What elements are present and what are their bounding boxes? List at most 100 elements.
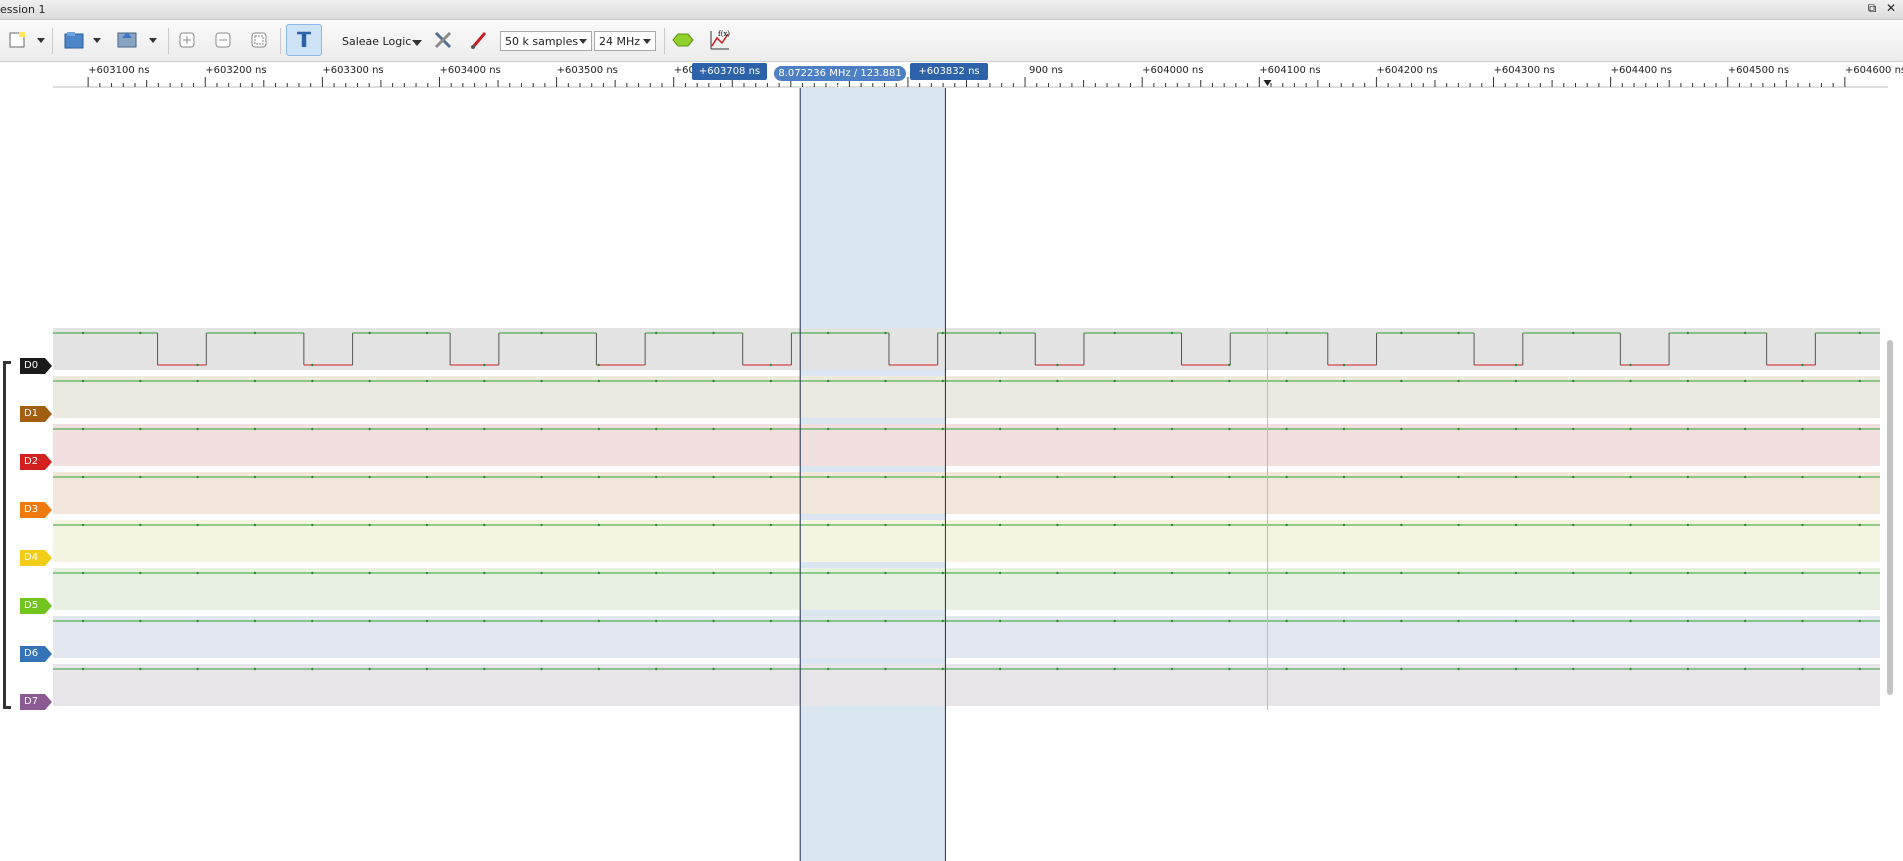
sample-dot <box>1056 619 1059 623</box>
zoom-out-icon[interactable] <box>212 24 234 56</box>
sample-dot <box>1056 363 1059 367</box>
sample-dot <box>311 667 314 671</box>
sample-dot <box>1285 475 1288 479</box>
math-icon[interactable]: f(x) <box>706 24 732 56</box>
sample-dot <box>941 427 944 431</box>
sample-dot <box>1056 571 1059 575</box>
sample-dot <box>1113 667 1116 671</box>
sample-dot <box>884 427 887 431</box>
sample-dot <box>1686 331 1690 335</box>
decoder-icon[interactable] <box>670 24 696 56</box>
sample-dot <box>884 379 887 383</box>
sample-dot <box>196 475 199 479</box>
trace-area[interactable] <box>53 88 1881 861</box>
channel-label-d7[interactable]: D7 <box>20 694 52 710</box>
sample-dot <box>884 331 887 335</box>
sample-dot <box>196 523 199 527</box>
channel-label-d5[interactable]: D5 <box>20 598 52 614</box>
measurement-flag: 8.072236 MHz / 123.881 ns <box>774 66 906 94</box>
sample-dot <box>1572 619 1575 623</box>
sample-dot <box>884 619 887 623</box>
channel-label-d3[interactable]: D3 <box>20 502 52 518</box>
sample-dot <box>1457 331 1460 335</box>
sample-dot <box>540 667 543 671</box>
device-selector[interactable]: Saleae Logic <box>342 31 422 55</box>
sample-dot <box>1744 427 1747 431</box>
vertical-scrollbar[interactable] <box>1887 340 1893 695</box>
sample-dot <box>425 427 429 431</box>
sample-dot <box>826 571 830 575</box>
restore-icon[interactable]: ⧉ <box>1864 1 1880 16</box>
sample-dot <box>884 523 887 527</box>
new-session-dropdown-icon[interactable] <box>34 24 48 56</box>
sample-dot <box>1572 331 1575 335</box>
sample-dot <box>998 523 1002 527</box>
sample-dot <box>941 667 944 671</box>
save-dropdown-icon[interactable] <box>146 24 160 56</box>
new-session-icon[interactable] <box>6 24 28 56</box>
sample-dot <box>1228 427 1231 431</box>
channel-label-d4[interactable]: D4 <box>20 550 52 566</box>
sample-dot <box>81 427 85 431</box>
sample-dot <box>1170 379 1174 383</box>
sample-dot <box>1228 619 1231 623</box>
sample-dot <box>769 427 773 431</box>
sample-dot <box>368 523 371 527</box>
sample-dot <box>1457 475 1460 479</box>
rate-value: 24 MHz <box>599 35 641 48</box>
sample-dot <box>1514 475 1518 479</box>
title-bar: ession 1 ⧉ ✕ <box>0 0 1903 20</box>
cursor-2-flag[interactable]: +603832 ns <box>910 63 988 80</box>
probe-icon[interactable] <box>466 24 492 56</box>
sample-dot <box>1457 571 1460 575</box>
sample-dot <box>1744 331 1747 335</box>
zoom-in-icon[interactable] <box>176 24 198 56</box>
sample-dot <box>196 571 199 575</box>
sample-dot <box>1858 475 1862 479</box>
sample-dot <box>712 331 715 335</box>
cursor-mode-icon[interactable] <box>286 24 322 56</box>
ruler-tick-label: +604200 ns <box>1376 65 1438 76</box>
rate-combo[interactable]: 24 MHz <box>594 31 656 51</box>
channel-band-d5 <box>53 568 1880 610</box>
sample-dot <box>1113 475 1116 479</box>
save-icon[interactable] <box>114 24 140 56</box>
ruler-tick-label: +603200 ns <box>205 65 267 76</box>
channel-band-d6 <box>53 616 1880 658</box>
sample-dot <box>253 331 257 335</box>
device-name: Saleae Logic <box>342 35 412 48</box>
cursor-1-flag[interactable]: +603708 ns <box>692 63 767 80</box>
channel-label-d2[interactable]: D2 <box>20 454 52 470</box>
sample-dot <box>368 667 371 671</box>
sample-dot <box>1400 619 1403 623</box>
sample-dot <box>1514 363 1518 367</box>
close-icon[interactable]: ✕ <box>1883 1 1899 15</box>
sample-dot <box>712 427 715 431</box>
sample-dot <box>139 571 142 575</box>
ruler-tick-label: +603500 ns <box>556 65 618 76</box>
sample-dot <box>826 667 830 671</box>
sample-dot <box>1400 427 1403 431</box>
configure-icon[interactable] <box>430 24 456 56</box>
sample-dot <box>884 475 887 479</box>
sample-dot <box>597 379 601 383</box>
sample-dot <box>1228 571 1231 575</box>
ruler-tick-label: +603100 ns <box>88 65 150 76</box>
sample-dot <box>1686 475 1690 479</box>
samples-combo[interactable]: 50 k samples <box>500 31 592 51</box>
sample-dot <box>1572 667 1575 671</box>
channel-label-d1[interactable]: D1 <box>20 406 52 422</box>
open-icon[interactable] <box>62 24 86 56</box>
sample-dot <box>769 475 773 479</box>
sample-dot <box>1514 379 1518 383</box>
sample-dot <box>597 571 601 575</box>
sample-dot <box>253 571 257 575</box>
time-ruler[interactable]: +603100 ns +603200 ns +603300 ns +603400 ns… <box>0 62 1903 94</box>
channel-label-d6[interactable]: D6 <box>20 646 52 662</box>
zoom-fit-icon[interactable] <box>248 24 270 56</box>
sample-dot <box>941 523 944 527</box>
open-dropdown-icon[interactable] <box>90 24 104 56</box>
channel-label-d0[interactable]: D0 <box>20 358 52 374</box>
sample-dot <box>81 475 85 479</box>
sample-dot <box>1514 523 1518 527</box>
